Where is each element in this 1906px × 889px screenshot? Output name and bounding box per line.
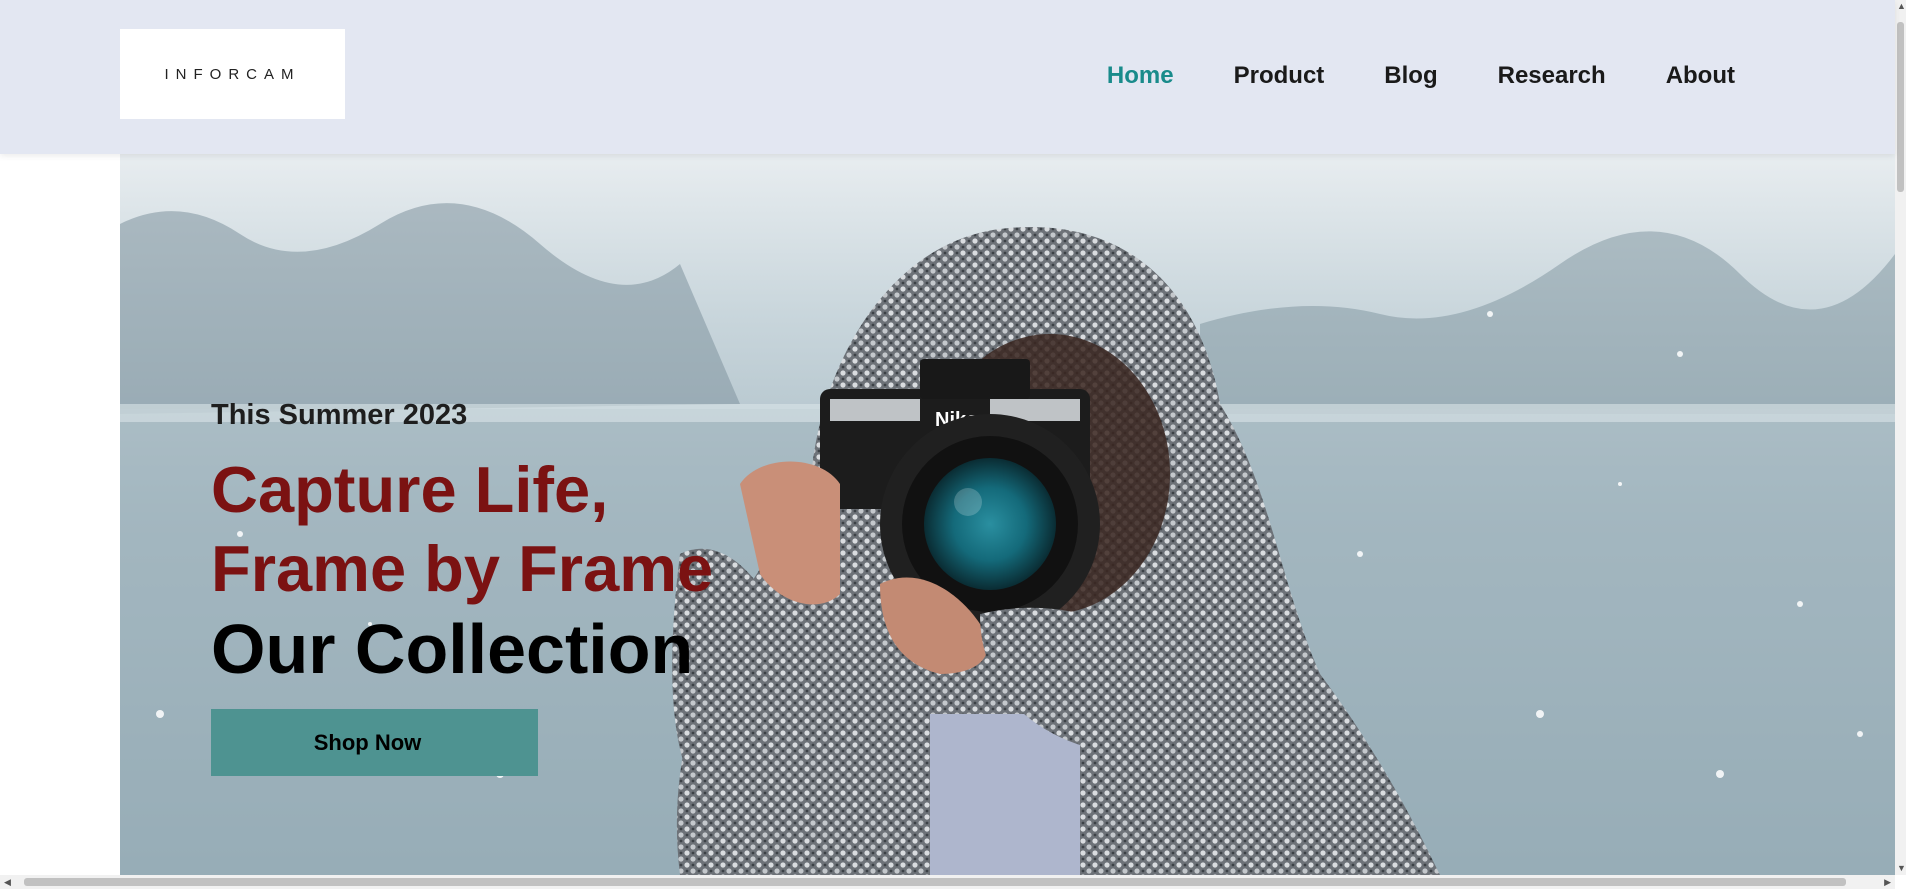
vertical-scroll-thumb[interactable] (1897, 22, 1904, 192)
hero-text: This Summer 2023 Capture Life, Frame by … (211, 399, 713, 690)
hero-banner: Nikon This Summer 2023 Capture Life, Fra… (120, 154, 1895, 875)
shop-now-button[interactable]: Shop Now (211, 709, 538, 776)
nav-research[interactable]: Research (1498, 62, 1606, 90)
horizontal-scrollbar[interactable]: ◀ ▶ (0, 875, 1895, 889)
site-header: INFORCAM Home Product Blog Research Abou… (0, 0, 1895, 154)
hero-collection-heading: Our Collection (211, 610, 694, 688)
hero-headline-line2: Frame by Frame (211, 532, 714, 605)
logo[interactable]: INFORCAM (120, 29, 345, 119)
logo-text: INFORCAM (164, 65, 301, 83)
nav-home[interactable]: Home (1107, 62, 1174, 90)
hero-headline: Capture Life, Frame by Frame (211, 450, 713, 608)
scroll-right-arrow-icon[interactable]: ▶ (1884, 878, 1891, 887)
nav-blog[interactable]: Blog (1384, 62, 1437, 90)
hero-headline-line1: Capture Life, (211, 453, 609, 526)
nav-about[interactable]: About (1666, 62, 1735, 90)
scroll-down-arrow-icon[interactable]: ▼ (1897, 864, 1906, 873)
scroll-left-arrow-icon[interactable]: ◀ (4, 878, 11, 887)
horizontal-scroll-thumb[interactable] (24, 878, 1846, 886)
main-nav: Home Product Blog Research About (1047, 62, 1735, 90)
nav-product[interactable]: Product (1234, 62, 1325, 90)
hero-subtitle: This Summer 2023 (211, 399, 468, 431)
vertical-scrollbar[interactable]: ▲ ▼ (1895, 0, 1906, 875)
scroll-up-arrow-icon[interactable]: ▲ (1897, 2, 1906, 11)
